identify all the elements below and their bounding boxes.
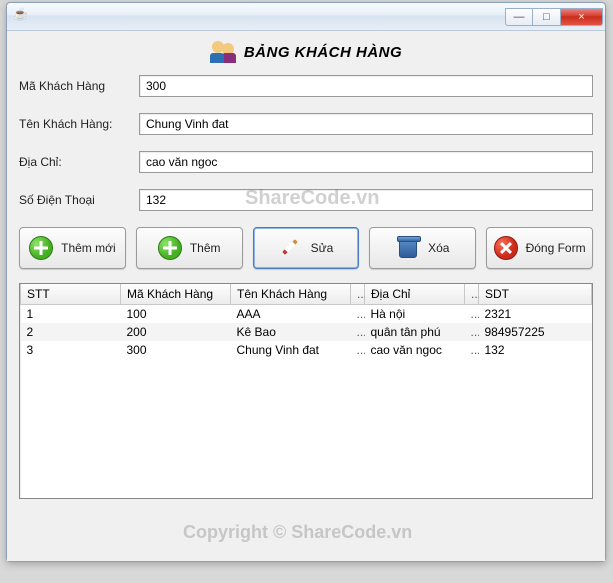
minimize-button[interactable]: — <box>505 8 533 26</box>
col-ma-kh[interactable]: Mã Khách Hàng <box>121 284 231 305</box>
col-ellipsis: ... <box>351 284 365 305</box>
col-stt[interactable]: STT <box>21 284 121 305</box>
cell-ellipsis: ... <box>465 341 479 359</box>
cell-ten-kh: Chung Vinh đat <box>231 341 351 359</box>
grid-header-row: STT Mã Khách Hàng Tên Khách Hàng ... Địa… <box>21 284 592 305</box>
them-moi-label: Thêm mới <box>61 241 116 255</box>
cell-stt: 2 <box>21 323 121 341</box>
col-sdt[interactable]: SDT <box>479 284 592 305</box>
cell-stt: 3 <box>21 341 121 359</box>
cell-ellipsis: ... <box>351 341 365 359</box>
page-title: BẢNG KHÁCH HÀNG <box>244 44 402 61</box>
window-client-area: BẢNG KHÁCH HÀNG Mã Khách Hàng Tên Khách … <box>7 31 605 561</box>
them-label: Thêm <box>190 241 221 255</box>
pencil-icon <box>279 236 303 260</box>
table-row[interactable]: 2200Kê Bao...quân tân phú...984957225 <box>21 323 592 341</box>
copyright-watermark: Copyright © ShareCode.vn <box>183 522 412 543</box>
table-row[interactable]: 1100AAA...Hà nội...2321 <box>21 305 592 324</box>
cell-ten-kh: AAA <box>231 305 351 324</box>
ma-kh-input[interactable] <box>139 75 593 97</box>
trash-icon <box>399 238 417 258</box>
them-button[interactable]: Thêm <box>136 227 243 269</box>
sdt-label: Số Điện Thoại <box>19 193 139 207</box>
cell-ten-kh: Kê Bao <box>231 323 351 341</box>
maximize-button[interactable]: □ <box>533 8 561 26</box>
table-row[interactable]: 3300Chung Vinh đat...cao văn ngoc...132 <box>21 341 592 359</box>
cell-sdt: 984957225 <box>479 323 592 341</box>
xoa-button[interactable]: Xóa <box>369 227 476 269</box>
dia-chi-label: Địa Chỉ: <box>19 155 139 169</box>
form-header: BẢNG KHÁCH HÀNG <box>19 35 593 69</box>
titlebar[interactable]: — □ × <box>7 3 605 31</box>
close-button[interactable]: × <box>561 8 603 26</box>
plus-icon <box>158 236 182 260</box>
sdt-input[interactable] <box>139 189 593 211</box>
customer-form: Mã Khách Hàng Tên Khách Hàng: Địa Chỉ: S… <box>19 75 593 211</box>
plus-icon <box>29 236 53 260</box>
sua-label: Sửa <box>311 241 334 255</box>
dong-form-label: Đóng Form <box>526 241 586 255</box>
cell-ellipsis: ... <box>465 323 479 341</box>
window-controls: — □ × <box>505 8 603 26</box>
cell-ellipsis: ... <box>465 305 479 324</box>
dong-form-button[interactable]: Đóng Form <box>486 227 593 269</box>
cell-dia-chi: cao văn ngoc <box>365 341 465 359</box>
ten-kh-label: Tên Khách Hàng: <box>19 117 139 131</box>
action-button-row: Thêm mới Thêm Sửa Xóa Đóng Form <box>19 227 593 269</box>
close-icon <box>494 236 518 260</box>
cell-stt: 1 <box>21 305 121 324</box>
ten-kh-input[interactable] <box>139 113 593 135</box>
customers-grid[interactable]: STT Mã Khách Hàng Tên Khách Hàng ... Địa… <box>19 283 593 499</box>
customers-icon <box>210 39 236 65</box>
them-moi-button[interactable]: Thêm mới <box>19 227 126 269</box>
cell-ellipsis: ... <box>351 323 365 341</box>
cell-ma-kh: 200 <box>121 323 231 341</box>
col-dia-chi[interactable]: Địa Chỉ <box>365 284 465 305</box>
ma-kh-label: Mã Khách Hàng <box>19 79 139 93</box>
cell-sdt: 2321 <box>479 305 592 324</box>
cell-ma-kh: 100 <box>121 305 231 324</box>
cell-dia-chi: Hà nội <box>365 305 465 324</box>
dia-chi-input[interactable] <box>139 151 593 173</box>
xoa-label: Xóa <box>428 241 449 255</box>
cell-ellipsis: ... <box>351 305 365 324</box>
sua-button[interactable]: Sửa <box>253 227 360 269</box>
java-icon <box>13 9 29 25</box>
col-ten-kh[interactable]: Tên Khách Hàng <box>231 284 351 305</box>
cell-sdt: 132 <box>479 341 592 359</box>
cell-ma-kh: 300 <box>121 341 231 359</box>
cell-dia-chi: quân tân phú <box>365 323 465 341</box>
col-ellipsis: ... <box>465 284 479 305</box>
app-window: — □ × BẢNG KHÁCH HÀNG Mã Khách Hàng Tên … <box>6 2 606 562</box>
